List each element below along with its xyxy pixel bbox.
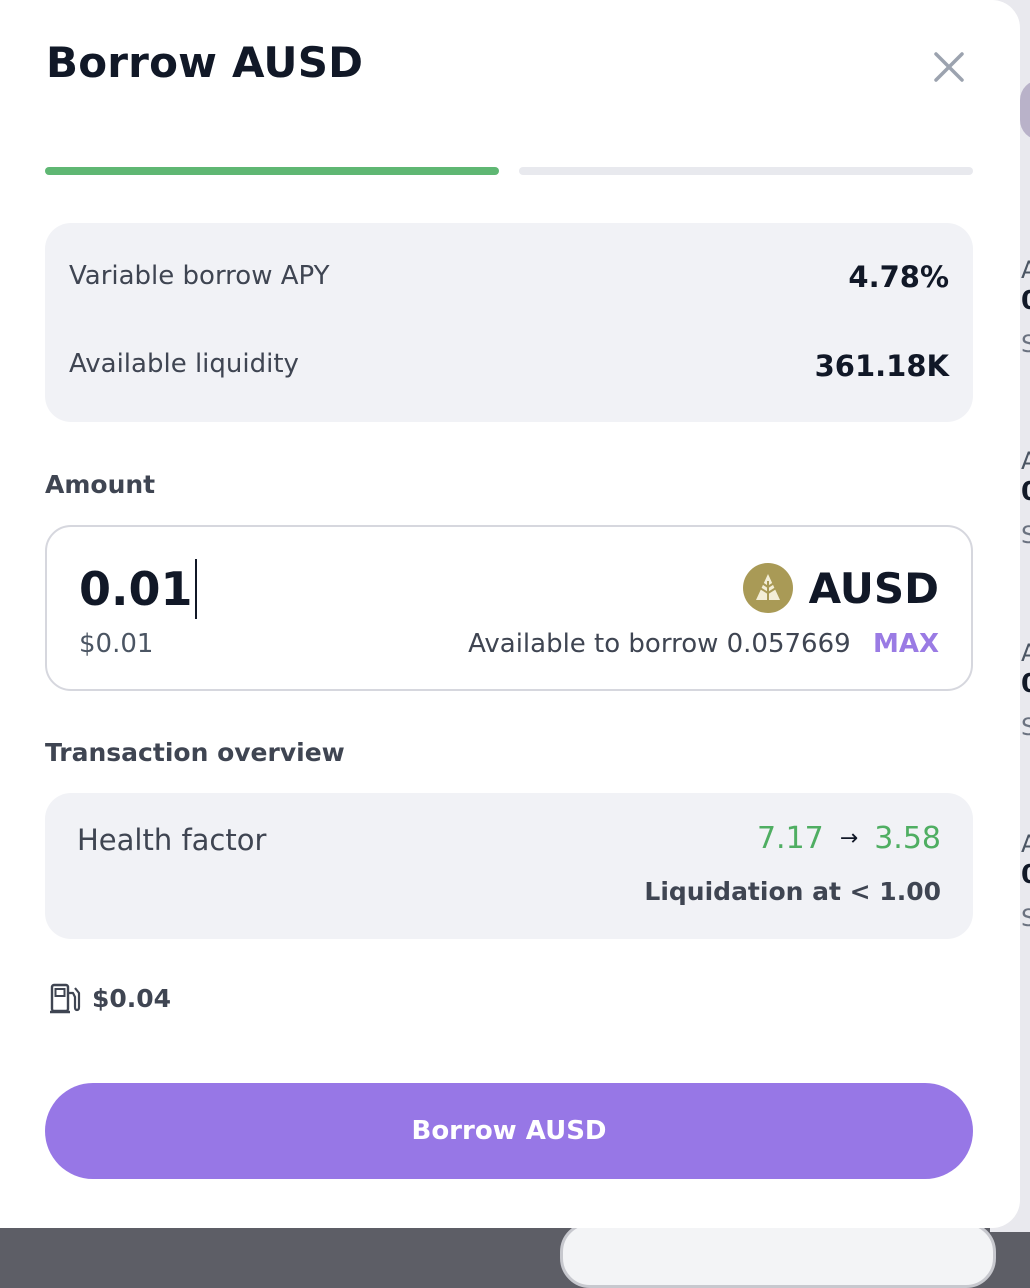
health-factor-current: 7.17	[756, 821, 824, 856]
tree-icon	[755, 574, 780, 600]
background-fragment: 0	[1021, 671, 1030, 715]
background-fragment: S	[1021, 330, 1030, 358]
max-button[interactable]: MAX	[873, 629, 939, 659]
available-liquidity-value: 361.18K	[814, 349, 949, 383]
arrow-right-icon: →	[839, 826, 859, 851]
gas-pump-icon	[50, 983, 81, 1014]
available-to-borrow-label: Available to borrow	[468, 629, 719, 659]
token-symbol: AUSD	[808, 563, 939, 613]
background-fragment: A	[1021, 449, 1030, 475]
text-caret	[194, 559, 197, 619]
liquidation-threshold: Liquidation at < 1.00	[644, 877, 941, 906]
background-fragment: 0	[1021, 288, 1030, 332]
token-display: AUSD	[742, 563, 939, 613]
background-fragment: A	[1021, 641, 1030, 667]
gas-cost-value: $0.04	[92, 983, 172, 1013]
background-fragment: 0	[1021, 862, 1030, 906]
close-button[interactable]	[924, 42, 974, 92]
transaction-overview-card: Health factor 7.17 → 3.58 Liquidation at…	[45, 793, 973, 939]
gas-estimate: $0.04	[48, 981, 171, 1015]
available-to-borrow: Available to borrow 0.057669 MAX	[468, 629, 939, 659]
background-list-item: A 0 S	[1021, 449, 1030, 553]
background-fragment: S	[1021, 904, 1030, 932]
borrow-button[interactable]: Borrow AUSD	[45, 1083, 973, 1179]
available-liquidity-label: Available liquidity	[69, 349, 299, 379]
borrow-modal: Borrow AUSD Variable borrow APY 4.78% Av…	[0, 0, 1020, 1228]
background-fragment: 0	[1021, 479, 1030, 523]
reserve-stats-card: Variable borrow APY 4.78% Available liqu…	[45, 223, 973, 422]
amount-input[interactable]: 0.01	[79, 559, 197, 619]
background-fragment: S	[1021, 521, 1030, 549]
progress-step-1	[45, 167, 499, 175]
modal-title: Borrow AUSD	[46, 38, 364, 87]
borrow-apy-value: 4.78%	[848, 260, 949, 294]
borrow-apy-label: Variable borrow APY	[69, 261, 330, 291]
health-factor-values: 7.17 → 3.58	[757, 821, 941, 856]
background-list-item: A 0 S	[1021, 258, 1030, 362]
ausd-token-icon	[742, 563, 793, 613]
progress-step-2	[519, 167, 973, 175]
amount-label: Amount	[45, 470, 156, 499]
amount-usd-value: $0.01	[79, 629, 154, 659]
background-fragment: S	[1021, 713, 1030, 741]
transaction-overview-label: Transaction overview	[45, 738, 345, 767]
health-factor-new: 3.58	[874, 821, 941, 856]
background-fragment: A	[1021, 258, 1030, 284]
background-list-item: A 0 S	[1021, 832, 1030, 936]
background-fragment: A	[1021, 832, 1030, 858]
close-icon	[934, 52, 964, 82]
available-to-borrow-value: 0.057669	[726, 629, 851, 659]
amount-input-box[interactable]: 0.01 AUSD $0.01 Available to borrow 0.05…	[45, 525, 973, 691]
background-list-item: A 0 S	[1021, 641, 1030, 745]
health-factor-label: Health factor	[77, 823, 267, 857]
amount-input-value: 0.01	[79, 562, 193, 616]
